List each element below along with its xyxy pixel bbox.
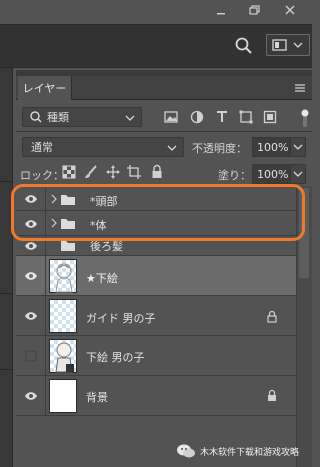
eye-icon: [24, 312, 37, 320]
visibility-toggle[interactable]: [16, 296, 46, 336]
adjustment-icon: [190, 110, 204, 124]
shape-filter-button[interactable]: [239, 110, 253, 124]
strip-segment: [0, 254, 13, 294]
layer-thumbnail: [49, 339, 77, 373]
lock-artboard-button[interactable]: [127, 165, 141, 179]
image-icon: [164, 111, 178, 123]
workspace-switcher[interactable]: [266, 34, 310, 56]
fill-label: 塗り：: [218, 169, 251, 182]
layer-row-group-body[interactable]: [16, 211, 296, 236]
visibility-toggle[interactable]: [16, 336, 46, 376]
blend-mode-select[interactable]: 通常: [22, 137, 184, 157]
lock-icon: [152, 164, 162, 178]
close-icon: [285, 5, 295, 15]
chevron-down-icon: [167, 145, 177, 151]
layer-name: *頭部: [90, 195, 118, 208]
character-sketch-thumbnail: [55, 263, 73, 293]
layer-row-group-head[interactable]: [16, 187, 296, 211]
opacity-label: 不透明度：: [192, 142, 247, 155]
adjustment-filter-button[interactable]: [190, 110, 204, 124]
eye-icon: [24, 195, 37, 203]
wechat-icon: [177, 444, 195, 458]
layer-name: ★下絵: [86, 272, 118, 285]
smart-object-filter-button[interactable]: [263, 110, 277, 124]
layer-row-group-backhair[interactable]: [16, 236, 296, 256]
eye-icon: [24, 219, 37, 228]
expand-chevron[interactable]: [50, 217, 58, 229]
search-button[interactable]: [234, 36, 254, 56]
opacity-dropdown-button[interactable]: [290, 137, 306, 157]
lock-icon: [267, 310, 277, 323]
smart-object-icon: [263, 110, 277, 124]
character-sketch-thumbnail: [55, 342, 74, 373]
type-filter-button[interactable]: [215, 110, 229, 124]
fill-dropdown-button[interactable]: [290, 164, 306, 184]
toggle-icon: [301, 109, 309, 127]
workspace-icon: [272, 39, 303, 51]
visibility-toggle[interactable]: [16, 187, 46, 211]
panel-menu-button[interactable]: [292, 80, 308, 96]
checker-lock-icon: [62, 165, 76, 179]
move-icon: [106, 165, 120, 179]
brush-icon: [85, 165, 97, 178]
visibility-toggle[interactable]: [16, 236, 46, 256]
pixel-filter-button[interactable]: [164, 110, 178, 124]
lock-transparent-button[interactable]: [62, 165, 76, 179]
search-icon: [235, 37, 252, 54]
divider: [16, 131, 312, 132]
layer-thumbnail: [49, 259, 77, 293]
lock-label: ロック：: [20, 169, 64, 182]
restore-icon: [249, 5, 260, 15]
restore-button[interactable]: [240, 0, 270, 20]
minimize-icon: [217, 13, 225, 15]
tab-layers[interactable]: レイヤー: [18, 76, 72, 100]
close-button[interactable]: [275, 0, 305, 20]
folder-icon: [60, 240, 76, 252]
lock-image-button[interactable]: [84, 165, 98, 179]
chevron-right-icon: [51, 194, 57, 204]
chevron-down-icon: [293, 144, 303, 150]
folder-icon: [60, 192, 76, 206]
chevron-down-icon: [125, 115, 135, 121]
eye-icon: [24, 242, 37, 250]
visibility-toggle[interactable]: [16, 256, 46, 296]
lock-icon: [267, 389, 277, 402]
layer-name: 後ろ髪: [90, 240, 123, 253]
search-icon: [30, 111, 42, 123]
layer-thumbnail: [49, 299, 77, 333]
watermark: 木木软件下载和游戏攻略: [176, 438, 312, 464]
lock-all-button[interactable]: [151, 164, 163, 179]
lock-position-button[interactable]: [106, 165, 120, 179]
minimize-button[interactable]: [206, 0, 236, 20]
chevron-down-icon: [293, 171, 303, 177]
expand-chevron[interactable]: [50, 193, 58, 205]
visibility-toggle[interactable]: [16, 376, 46, 416]
panel-menu-icon: [295, 84, 305, 92]
layer-name: ガイド 男の子: [86, 312, 156, 325]
visibility-toggle[interactable]: [16, 211, 46, 236]
layer-name: 下絵 男の子: [86, 351, 145, 364]
kind-filter-select[interactable]: 種類: [22, 107, 142, 127]
layer-name: 背景: [86, 391, 108, 404]
watermark-text: 木木软件下载和游戏攻略: [200, 447, 300, 458]
fill-input[interactable]: 100%: [252, 164, 290, 184]
eye-icon: [24, 392, 37, 400]
layer-name: *体: [90, 219, 107, 232]
artboard-icon: [127, 165, 141, 179]
empty-visibility-icon: [25, 350, 36, 362]
opacity-input[interactable]: 100%: [252, 137, 290, 157]
folder-icon: [60, 216, 76, 230]
chevron-right-icon: [51, 218, 57, 228]
shape-icon: [239, 110, 253, 124]
kind-filter-value: 種類: [47, 111, 69, 124]
strip-segment: [0, 120, 13, 182]
strip-segment: [0, 330, 13, 370]
layer-thumbnail: [49, 379, 77, 413]
scrollbar-thumb[interactable]: [299, 188, 309, 278]
type-icon: [217, 111, 227, 122]
eye-icon: [24, 272, 37, 280]
blend-mode-value: 通常: [31, 141, 53, 154]
filter-toggle[interactable]: [301, 107, 309, 129]
